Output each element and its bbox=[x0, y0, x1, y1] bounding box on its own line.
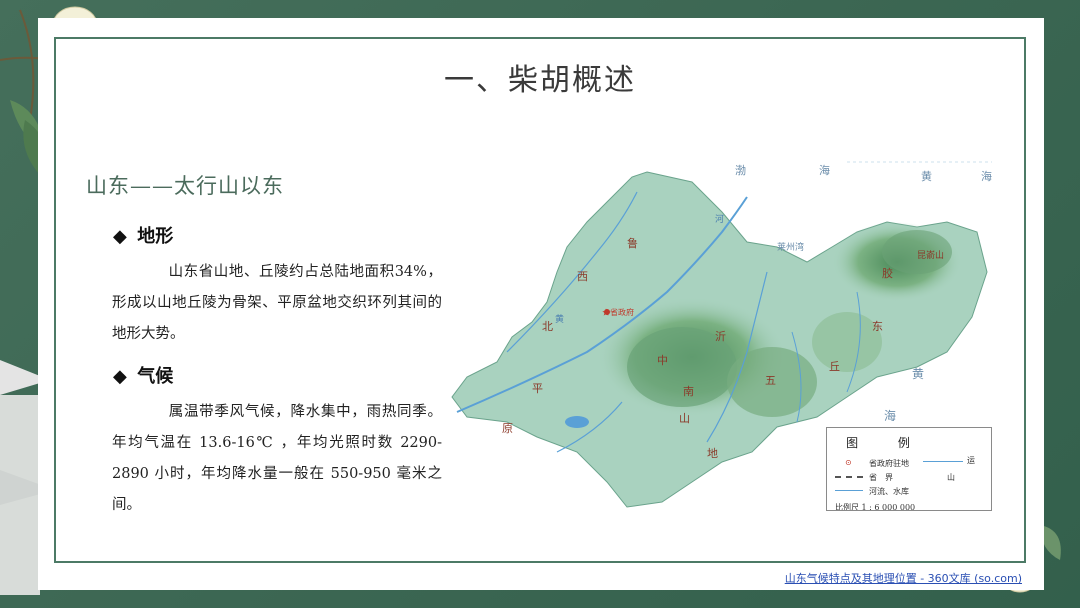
section-heading-climate: ◆ 气候 bbox=[113, 362, 173, 388]
map-label-bohai: 渤 bbox=[735, 164, 746, 177]
map-label-dong: 东 bbox=[872, 320, 883, 333]
map-label-wu: 五 bbox=[765, 374, 776, 387]
map-label-yuan: 原 bbox=[502, 422, 513, 435]
legend-scale: 比例尺 1 : 6 000 000 bbox=[835, 503, 916, 511]
map-label-yi: 沂 bbox=[715, 330, 726, 343]
section-heading-text: 气候 bbox=[137, 366, 174, 387]
legend-title: 图 例 bbox=[846, 436, 928, 450]
legend-river: 河流、水库 bbox=[869, 487, 909, 496]
map-label-yellow-sea-hai: 海 bbox=[884, 408, 896, 423]
slide-subtitle: 山东——太行山以东 bbox=[86, 174, 284, 198]
section-heading-terrain: ◆ 地形 bbox=[113, 222, 173, 248]
map-label-jiao: 胶 bbox=[882, 266, 893, 280]
bullet-diamond-icon: ◆ bbox=[113, 366, 127, 387]
section-text-climate: 属温带季风气候，降水集中，雨热同季。年均气温在 13.6-16℃ ，年均光照时数… bbox=[112, 397, 442, 521]
map-label-laizhou-bay: 莱州湾 bbox=[777, 241, 804, 253]
terrain-text: 山东省山地、丘陵约占总陆地面积34%，形成以山地丘陵为骨架、平原盆地交织环列其间… bbox=[112, 264, 442, 342]
map-label-lu: 鲁 bbox=[627, 236, 638, 250]
map-label-bohai-sea: 海 bbox=[819, 163, 830, 177]
legend-river-line bbox=[835, 490, 863, 491]
legend-border-line bbox=[835, 476, 863, 478]
map-label-qiu: 丘 bbox=[829, 360, 840, 373]
legend-capital: 省政府驻地 bbox=[869, 459, 909, 468]
slide-title: 一、柴胡概述 bbox=[444, 63, 636, 98]
map-label-huang-river: 黄 bbox=[555, 313, 564, 325]
map-label-bei: 北 bbox=[542, 320, 553, 333]
section-heading-text: 地形 bbox=[137, 226, 174, 247]
bullet-diamond-icon: ◆ bbox=[113, 226, 127, 247]
legend-canal: 运 bbox=[967, 456, 975, 465]
legend-mountain: 山 bbox=[947, 473, 955, 482]
map-label-xi: 西 bbox=[577, 270, 588, 283]
map-label-zhong: 中 bbox=[657, 354, 668, 367]
map-label-yellow-sea: 黄 bbox=[912, 367, 924, 381]
legend-border: 省 界 bbox=[869, 473, 893, 482]
map-label-di: 地 bbox=[707, 447, 718, 460]
map-label-ping: 平 bbox=[532, 382, 543, 395]
map-label-shan: 山 bbox=[679, 412, 690, 425]
map-label-yellow-top: 黄 bbox=[921, 169, 932, 183]
map-label-kunyu: 昆嵛山 bbox=[917, 249, 944, 261]
section-text-terrain: 山东省山地、丘陵约占总陆地面积34%，形成以山地丘陵为骨架、平原盆地交织环列其间… bbox=[112, 257, 442, 350]
map-label-yellow-top-sea: 海 bbox=[981, 169, 992, 183]
map-legend: 图 例 ⊙ 省政府驻地 运 省 界 山 河流、水库 比例尺 1 : 6 000 … bbox=[826, 427, 992, 511]
map-label-nan: 南 bbox=[683, 385, 694, 398]
climate-text: 属温带季风气候，降水集中，雨热同季。年均气温在 13.6-16℃ ，年均光照时数… bbox=[112, 404, 442, 513]
map-label-capital: ★省政府 bbox=[602, 307, 634, 317]
source-link[interactable]: 山东气候特点及其地理位置 - 360文库 (so.com) bbox=[785, 570, 1022, 586]
map-label-he: 河 bbox=[715, 213, 724, 225]
legend-canal-line bbox=[923, 461, 963, 462]
legend-capital-icon: ⊙ bbox=[845, 458, 852, 467]
